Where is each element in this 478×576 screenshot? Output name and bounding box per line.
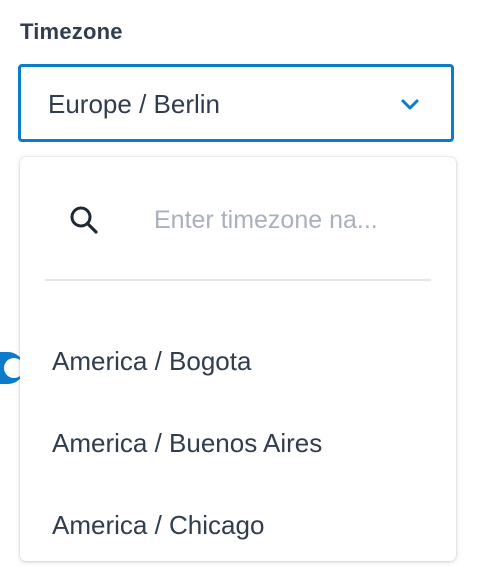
option-america-bogota[interactable]: America / Bogota xyxy=(20,320,456,402)
option-label: America / Chicago xyxy=(52,510,265,540)
timezone-label: Timezone xyxy=(20,19,123,44)
selected-timezone: Europe / Berlin xyxy=(48,89,220,119)
chevron-down-icon[interactable] xyxy=(399,95,421,115)
timezone-settings-panel: Timezone Europe / Berlin America / Bogot… xyxy=(0,0,478,576)
search-icon xyxy=(68,204,100,236)
timezone-dropdown: America / Bogota America / Buenos Aires … xyxy=(20,157,456,561)
timezone-search-input[interactable] xyxy=(154,197,414,243)
option-label: America / Bogota xyxy=(52,346,252,376)
divider xyxy=(45,279,431,281)
search-row xyxy=(20,157,456,281)
option-america-buenos-aires[interactable]: America / Buenos Aires xyxy=(20,402,456,484)
option-label: America / Buenos Aires xyxy=(52,428,323,458)
timezone-select[interactable]: Europe / Berlin xyxy=(18,64,454,142)
option-america-chicago[interactable]: America / Chicago xyxy=(20,484,456,561)
